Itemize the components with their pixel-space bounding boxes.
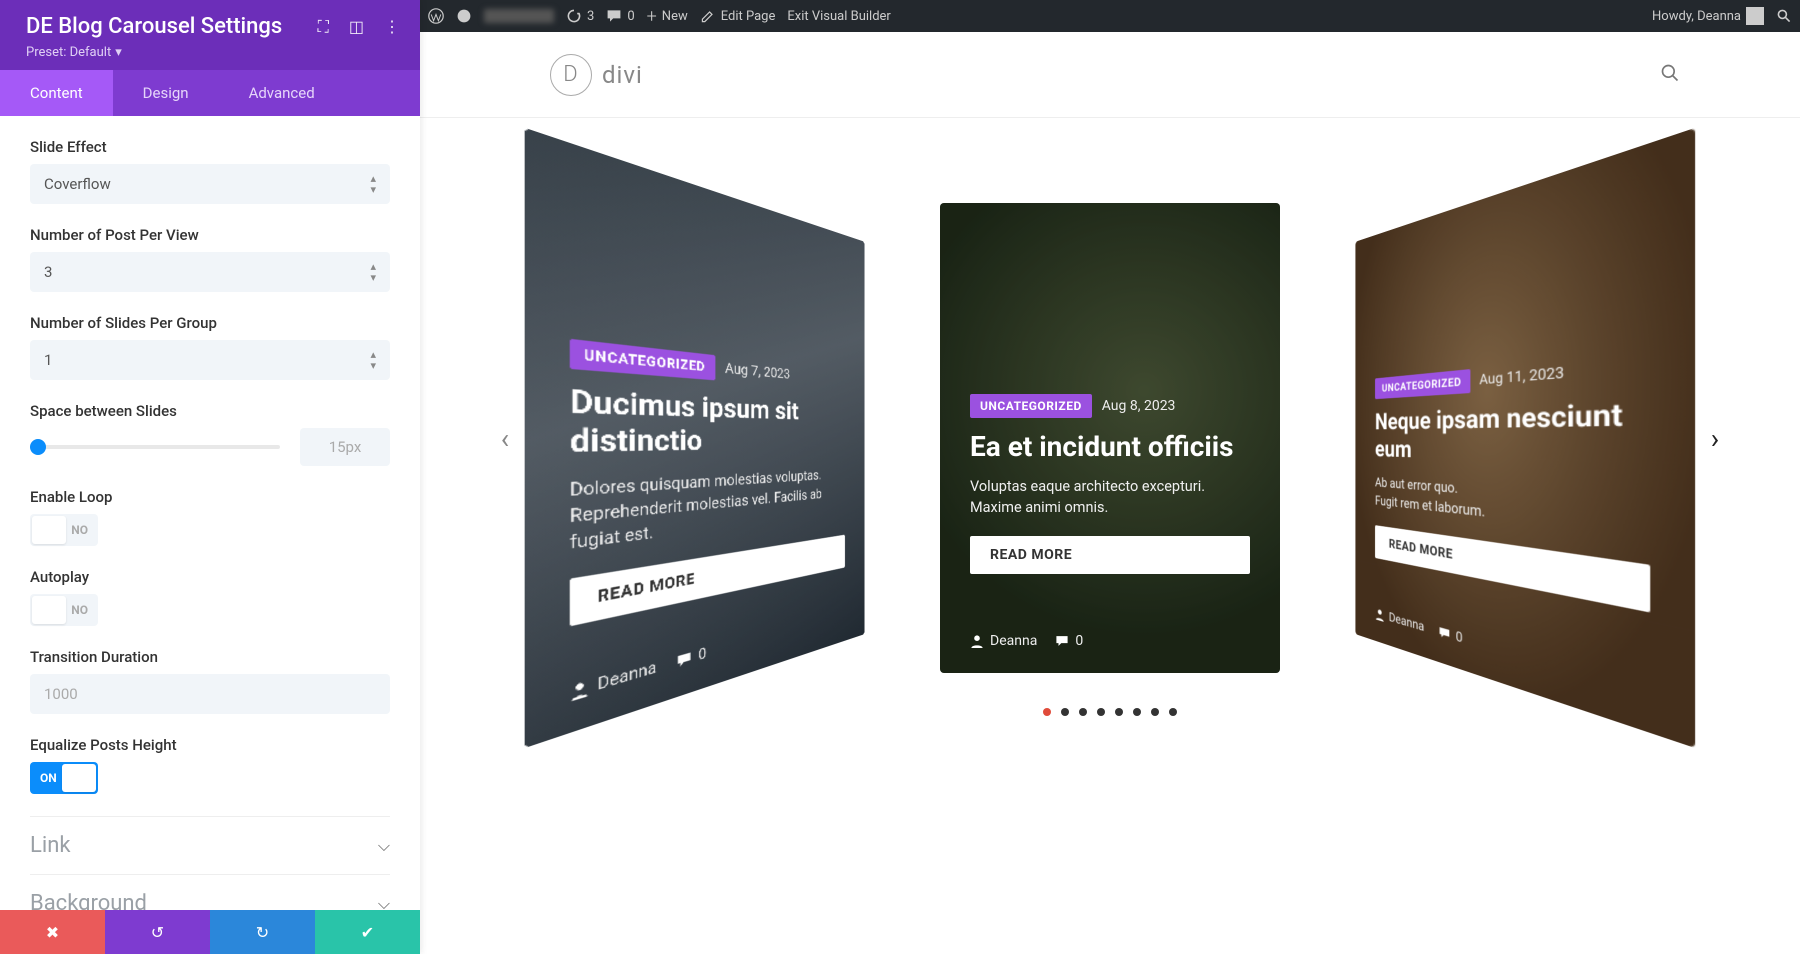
undo-button[interactable]: ↺ [105, 910, 210, 954]
panel-title: DE Blog Carousel Settings [26, 14, 282, 39]
post-excerpt: Voluptas eaque architecto excepturi. Max… [970, 476, 1250, 518]
pagination-dot[interactable] [1079, 708, 1087, 716]
pagination-dot[interactable] [1133, 708, 1141, 716]
carousel-card[interactable]: UNCATEGORIZED Aug 11, 2023 Neque ipsam nes… [1355, 128, 1695, 749]
autoplay-label: Autoplay [30, 568, 390, 586]
slides-per-group-select[interactable]: 1▴▾ [30, 340, 390, 380]
carousel-card[interactable]: UNCATEGORIZED Aug 8, 2023 Ea et incidunt o… [940, 203, 1280, 673]
pagination-dot[interactable] [1043, 708, 1051, 716]
slides-per-group-label: Number of Slides Per Group [30, 314, 390, 332]
avatar [1746, 7, 1764, 25]
space-between-label: Space between Slides [30, 402, 390, 420]
accordion-background[interactable]: Background⌵ [30, 874, 390, 910]
post-excerpt: Dolores quisquam molestias voluptas. Rep… [570, 465, 845, 557]
post-excerpt: Ab aut error quo.Fugit rem et laborum. [1375, 474, 1650, 543]
expand-icon[interactable]: ⛶ [318, 17, 329, 37]
select-chevron-icon: ▴▾ [370, 173, 376, 195]
transition-duration-label: Transition Duration [30, 648, 390, 666]
pagination-dot[interactable] [1097, 708, 1105, 716]
slide-effect-label: Slide Effect [30, 138, 390, 156]
enable-loop-label: Enable Loop [30, 488, 390, 506]
pagination-dot[interactable] [1115, 708, 1123, 716]
post-author[interactable]: Deanna [1375, 606, 1424, 635]
pagination-dot[interactable] [1151, 708, 1159, 716]
chevron-down-icon: ▾ [115, 45, 122, 60]
tab-content[interactable]: Content [0, 70, 113, 116]
module-settings-panel: DE Blog Carousel Settings ⛶ ◫ ⋮ Preset: … [0, 0, 420, 954]
site-menu-icon[interactable] [456, 8, 472, 24]
logo-icon: D [550, 54, 592, 96]
read-more-button[interactable]: READ MORE [1375, 526, 1650, 614]
post-author[interactable]: Deanna [570, 659, 657, 703]
post-date: Aug 8, 2023 [1102, 398, 1176, 414]
read-more-button[interactable]: READ MORE [970, 536, 1250, 574]
panel-footer-actions: ✖ ↺ ↻ ✔ [0, 910, 420, 954]
site-name-blurred [484, 9, 554, 23]
user-greeting[interactable]: Howdy, Deanna [1652, 7, 1764, 25]
slider-thumb[interactable] [30, 439, 46, 455]
space-between-input[interactable] [300, 428, 390, 466]
accordion-link[interactable]: Link⌵ [30, 816, 390, 874]
updates-link[interactable]: 3 [566, 8, 594, 24]
tab-advanced[interactable]: Advanced [219, 70, 345, 116]
pagination-dot[interactable] [1061, 708, 1069, 716]
autoplay-toggle[interactable]: NO [30, 594, 98, 626]
equalize-height-label: Equalize Posts Height [30, 736, 390, 754]
tab-design[interactable]: Design [113, 70, 219, 116]
post-title[interactable]: Ea et incidunt officiis [970, 430, 1250, 464]
chevron-down-icon: ⌵ [378, 836, 390, 856]
site-header: D divi [420, 32, 1800, 118]
transition-duration-input[interactable] [30, 674, 390, 714]
category-tag[interactable]: UNCATEGORIZED [1375, 369, 1470, 399]
select-chevron-icon: ▴▾ [370, 349, 376, 371]
logo-text: divi [602, 61, 643, 89]
post-comments[interactable]: 0 [677, 645, 707, 671]
equalize-height-toggle[interactable]: ON [30, 762, 98, 794]
admin-search-icon[interactable] [1776, 8, 1792, 24]
post-author[interactable]: Deanna [970, 633, 1037, 649]
settings-tabs: Content Design Advanced [0, 70, 420, 116]
category-tag[interactable]: UNCATEGORIZED [970, 394, 1092, 418]
exit-builder-link[interactable]: Exit Visual Builder [787, 9, 890, 24]
save-button[interactable]: ✔ [315, 910, 420, 954]
page-preview: D divi ‹ › UNCATEGORIZEDAug 7, 2023Ducim… [420, 32, 1800, 954]
post-date: Aug 7, 2023 [725, 360, 790, 382]
pagination-dot[interactable] [1169, 708, 1177, 716]
select-chevron-icon: ▴▾ [370, 261, 376, 283]
post-date: Aug 11, 2023 [1479, 364, 1564, 388]
dock-icon[interactable]: ◫ [349, 17, 364, 37]
chevron-down-icon: ⌵ [378, 894, 390, 911]
wp-logo-icon[interactable] [428, 8, 444, 24]
posts-per-view-label: Number of Post Per View [30, 226, 390, 244]
blog-carousel: ‹ › UNCATEGORIZEDAug 7, 2023Ducimus ipsu… [420, 188, 1800, 688]
comments-link[interactable]: 0 [606, 8, 634, 24]
redo-button[interactable]: ↻ [210, 910, 315, 954]
site-logo[interactable]: D divi [550, 54, 643, 96]
post-comments[interactable]: 0 [1055, 633, 1083, 649]
edit-page-link[interactable]: Edit Page [700, 8, 776, 24]
posts-per-view-select[interactable]: 3▴▾ [30, 252, 390, 292]
preset-dropdown[interactable]: Preset: Default▾ [26, 45, 400, 60]
search-icon[interactable] [1660, 63, 1680, 87]
carousel-card[interactable]: UNCATEGORIZEDAug 7, 2023Ducimus ipsum si… [525, 128, 865, 749]
more-menu-icon[interactable]: ⋮ [384, 17, 400, 37]
post-comments[interactable]: 0 [1439, 624, 1463, 646]
discard-button[interactable]: ✖ [0, 910, 105, 954]
slide-effect-select[interactable]: Coverflow▴▾ [30, 164, 390, 204]
enable-loop-toggle[interactable]: NO [30, 514, 98, 546]
new-content-link[interactable]: +New [647, 6, 688, 27]
post-title[interactable]: Ducimus ipsum sit distinctio [570, 384, 845, 462]
space-between-slider[interactable] [30, 445, 280, 449]
post-title[interactable]: Neque ipsam nesciunt eum [1375, 397, 1650, 475]
